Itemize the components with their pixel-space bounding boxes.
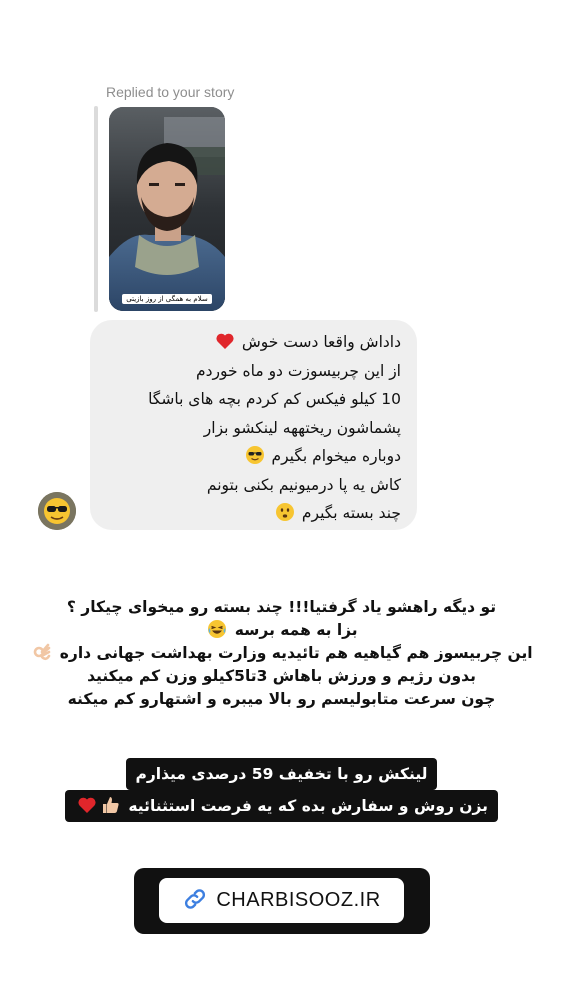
message-line: از این چربیسوزت دو ماه خوردم <box>196 361 401 380</box>
link-sticker[interactable]: CHARBISOOZ.IR <box>134 868 430 934</box>
message-bubble[interactable]: داداش واقعا دست خوش از این چربیسوزت دو م… <box>90 320 417 530</box>
overlay-line: این چربیسوز هم گیاهیه هم تائیدیه وزارت ب… <box>0 642 563 665</box>
promo-line-1: لینکش رو با تخفیف 59 درصدی میذارم <box>125 758 438 790</box>
story-caption: سلام به همگی از روز بازیتی <box>109 286 225 305</box>
message-line: 10 کیلو فیکس کم کردم بچه های باشگا <box>148 390 401 408</box>
link-icon <box>182 886 208 916</box>
replied-to-story-label: Replied to your story <box>106 84 235 100</box>
message-line: پشماشون ریختههه لینکشو بزار <box>203 418 401 437</box>
message-line: کاش یه پا درمیونیم بکنی بتونم <box>206 475 401 494</box>
overlay-line: بدون رژیم و ورزش باهاش 3تا5کیلو وزن کم م… <box>87 667 476 685</box>
overlay-line: تو دیگه راهشو یاد گرفتیا!!! چند بسته رو … <box>66 598 497 616</box>
sender-avatar[interactable] <box>38 492 76 530</box>
promo-banner: لینکش رو با تخفیف 59 درصدی میذارم بزن رو… <box>0 758 563 822</box>
story-screen: Replied to your story سلام به همگی از رو… <box>0 0 563 1000</box>
message-line: داداش واقعا دست خوش <box>106 328 401 357</box>
overlay-line: چون سرعت متابولیسم رو بالا میبره و اشتها… <box>67 690 496 708</box>
link-pill[interactable]: CHARBISOOZ.IR <box>159 878 404 923</box>
red-heart-icon <box>215 331 235 351</box>
neutral-face-icon <box>275 502 295 522</box>
thumbs-up-icon <box>101 795 121 815</box>
story-overlay-text: تو دیگه راهشو یاد گرفتیا!!! چند بسته رو … <box>0 596 563 711</box>
ok-hand-icon <box>32 642 52 662</box>
story-thumbnail[interactable]: سلام به همگی از روز بازیتی <box>109 107 225 311</box>
story-caption-text: سلام به همگی از روز بازیتی <box>122 294 212 304</box>
link-label: CHARBISOOZ.IR <box>216 889 381 911</box>
laughing-face-icon <box>207 619 227 639</box>
overlay-line: بزا به همه برسه <box>0 619 563 642</box>
red-heart-icon <box>77 795 97 815</box>
sunglasses-face-icon <box>245 445 265 465</box>
promo-line-2: بزن روش و سفارش بده که یه فرصت استثنائیه <box>64 790 499 822</box>
reply-quote-bar <box>94 106 98 312</box>
story-photo <box>109 107 225 311</box>
message-line: دوباره میخوام بگیرم <box>106 442 401 471</box>
message-line: چند بسته بگیرم <box>106 499 401 528</box>
